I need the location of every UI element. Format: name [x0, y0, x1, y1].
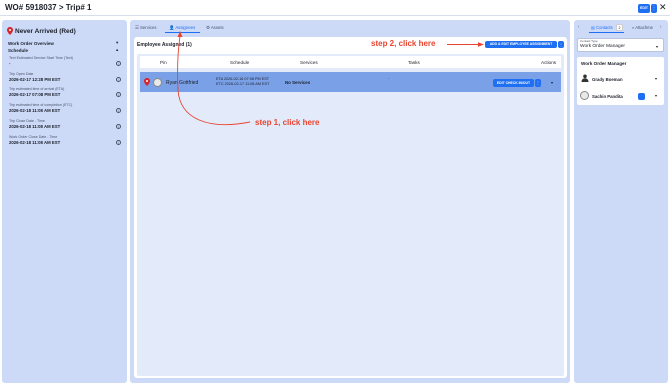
chevron-down-icon[interactable]: ▾: [655, 76, 657, 81]
contact-name[interactable]: Sachin Pandita: [592, 94, 623, 99]
chevron-right-icon[interactable]: ›: [660, 24, 661, 29]
tab-attachments[interactable]: ⌕ Attachme: [632, 25, 653, 30]
tab-label: Attachme: [635, 25, 653, 30]
tab-contacts[interactable]: ▤ Contacts: [591, 25, 613, 30]
active-tab-indicator: [589, 32, 624, 33]
person-icon: [581, 74, 589, 82]
chat-icon[interactable]: [638, 93, 645, 100]
contact-type-label: Contact Type: [580, 39, 598, 43]
avatar: [580, 91, 589, 100]
contacts-count-badge: 2: [616, 24, 623, 31]
contact-name[interactable]: Grady Boeman: [592, 77, 623, 82]
callout-arrows: [177, 31, 484, 126]
chevron-down-icon[interactable]: ▾: [655, 93, 657, 98]
step-1-arrow-head: [177, 31, 183, 37]
contact-type-value: Work Order Manager: [580, 44, 625, 49]
chevron-down-icon[interactable]: ▾: [656, 44, 658, 49]
step-1-arrow-line: [177, 35, 251, 126]
tab-label: Contacts: [596, 25, 613, 30]
section-title: Work Order Manager: [581, 61, 627, 66]
step-2-arrow-head: [478, 42, 484, 47]
chevron-left-icon[interactable]: ‹: [578, 24, 579, 29]
